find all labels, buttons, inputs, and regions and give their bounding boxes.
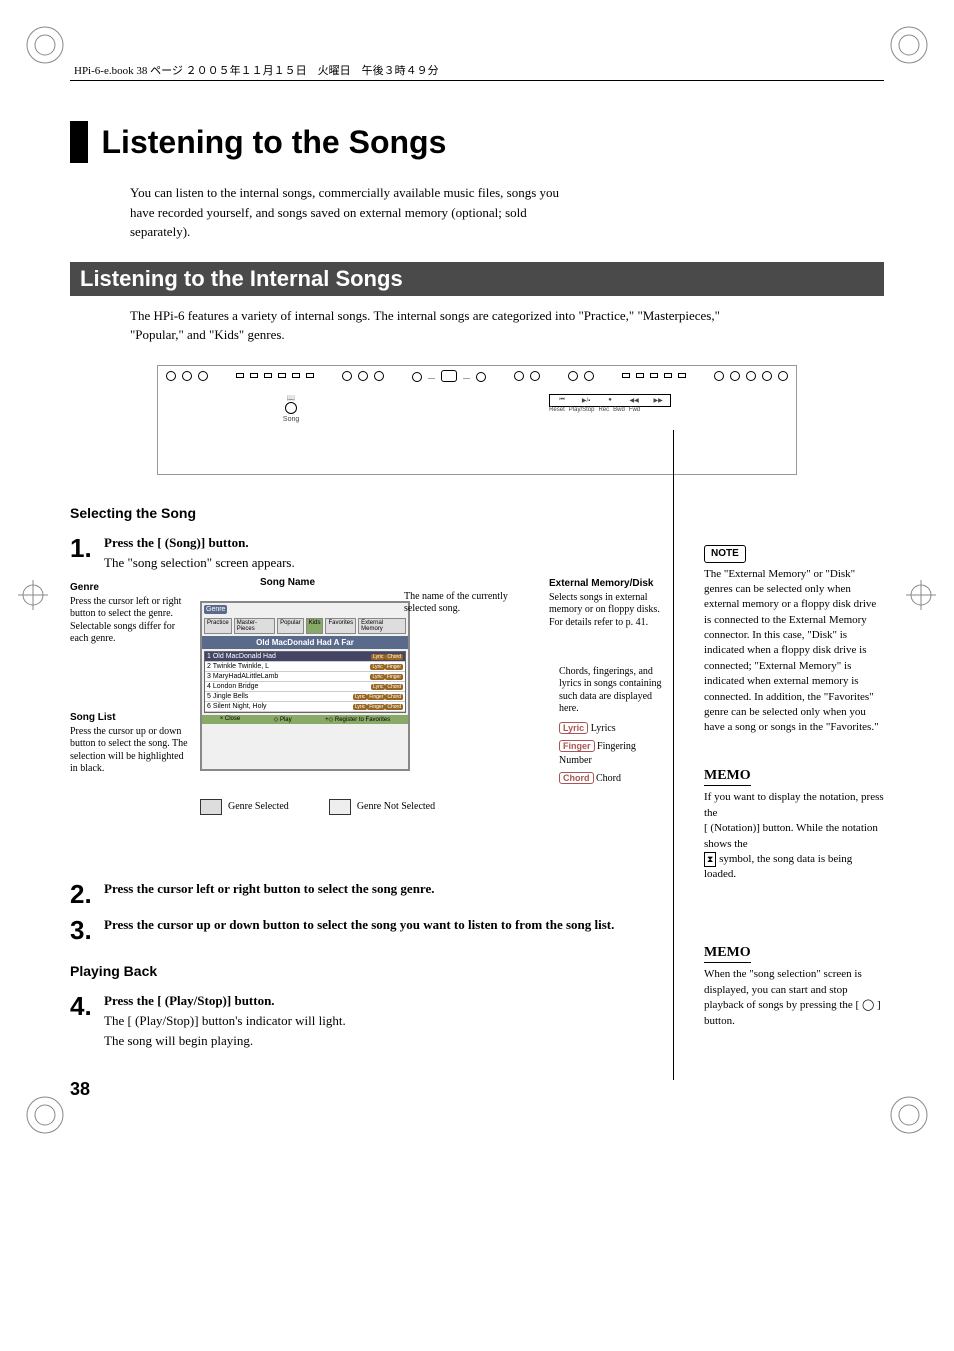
transport-playstop-icon: ▶/▪ — [576, 397, 596, 404]
step-number: 4. — [70, 993, 104, 1019]
intro-paragraph: You can listen to the internal songs, co… — [130, 183, 570, 242]
chord-label: Chord — [596, 773, 621, 784]
genre-annot-text: Press the cursor left or right button to… — [70, 596, 190, 646]
control-panel-diagram: —— 📖 Song ⏮ ▶/▪ ● ◀◀ ▶▶ Reset Play/Stop … — [157, 365, 797, 475]
genre-tab: Master-Pieces — [234, 618, 275, 634]
corner-mark-icon — [20, 20, 70, 70]
memo2-text: When the "song selection" screen is disp… — [704, 967, 884, 1029]
note-text: The "External Memory" or "Disk" genres c… — [704, 567, 884, 736]
memo1-text-c: symbol, the song data is being loaded. — [704, 853, 852, 880]
genre-annot-heading: Genre — [70, 581, 190, 594]
song-row: 5 Jingle BellsLyricFingerChord — [205, 692, 405, 702]
screen-play: ◇ Play — [274, 716, 292, 723]
chord-tag-icon: Chord — [559, 772, 594, 784]
registration-mark-icon — [18, 580, 48, 610]
song-button-label: Song — [283, 416, 299, 423]
memo-badge: MEMO — [704, 766, 751, 787]
note-badge: NOTE — [704, 545, 746, 563]
step-subtext: The [ (Play/Stop)] button's indicator wi… — [104, 1013, 674, 1029]
song-row: 1 Old MacDonald HadLyricChord — [205, 652, 405, 662]
step-number: 2. — [70, 881, 104, 907]
songname-annot-text: The name of the currently selected song. — [404, 591, 534, 616]
page-title: Listening to the Songs — [102, 124, 447, 161]
corner-mark-icon — [20, 1090, 70, 1140]
memo-badge: MEMO — [704, 943, 751, 964]
page-title-block: Listening to the Songs — [70, 121, 884, 163]
genre-selected-label: Genre Selected — [228, 801, 289, 812]
genre-tab: Kids — [306, 618, 324, 634]
page-number: 38 — [70, 1079, 674, 1100]
lyric-tag-icon: Lyric — [559, 722, 588, 734]
registration-mark-icon — [906, 580, 936, 610]
step-text: Press the cursor left or right button to… — [104, 881, 674, 897]
transport-label: Play/Stop — [569, 407, 595, 413]
finger-tag-icon: Finger — [559, 740, 595, 752]
step-number: 1. — [70, 535, 104, 561]
screen-close: × Close — [220, 716, 241, 723]
song-row: 3 MaryHadALittleLambLyricFinger — [205, 672, 405, 682]
step-text: Press the [ (Song)] button. — [104, 535, 674, 551]
section-heading: Listening to the Internal Songs — [70, 262, 884, 296]
ext-annot-heading: External Memory/Disk — [549, 577, 669, 590]
step-subtext: The "song selection" screen appears. — [104, 555, 674, 571]
song-selection-screen: Genre Practice Master-Pieces Popular Kid… — [200, 601, 410, 771]
genre-tab: External Memory — [358, 618, 406, 634]
transport-label: Fwd — [629, 407, 640, 413]
step-text: Press the [ (Play/Stop)] button. — [104, 993, 674, 1009]
transport-bwd-icon: ◀◀ — [624, 397, 644, 404]
step-1: 1. Press the [ (Song)] button. The "song… — [70, 535, 674, 571]
playing-back-heading: Playing Back — [70, 963, 674, 979]
song-row: 2 Twinkle Twinkle, LLyricFinger — [205, 662, 405, 672]
corner-mark-icon — [884, 1090, 934, 1140]
lyrics-annot-text: Chords, fingerings, and lyrics in songs … — [559, 666, 669, 716]
step-subtext: The song will begin playing. — [104, 1033, 674, 1049]
section-intro: The HPi-6 features a variety of internal… — [130, 306, 750, 345]
genre-tab: Favorites — [325, 618, 356, 634]
memo1-text-a: If you want to display the notation, pre… — [704, 790, 884, 821]
step-4: 4. Press the [ (Play/Stop)] button. The … — [70, 993, 674, 1049]
transport-callout: ⏮ ▶/▪ ● ◀◀ ▶▶ Reset Play/Stop Rec Bwd Fw… — [549, 394, 671, 423]
songname-annot-heading: Song Name — [260, 577, 315, 588]
genre-tab: Practice — [204, 618, 232, 634]
genre-badge: Genre — [204, 605, 227, 614]
lyric-label: Lyrics — [591, 723, 616, 734]
step-2: 2. Press the cursor left or right button… — [70, 881, 674, 907]
title-black-bar — [70, 121, 88, 163]
print-header-note: HPi-6-e.book 38 ページ ２００５年１１月１５日 火曜日 午後３時… — [70, 60, 884, 81]
genre-tab: Popular — [277, 618, 304, 634]
memo1-text-b: [ (Notation)] button. While the notation… — [704, 821, 884, 852]
transport-rec-icon: ● — [600, 397, 620, 404]
song-row: 6 Silent Night, HolyLyricFingerChord — [205, 702, 405, 712]
screen-register: +◇ Register to Favorites — [325, 716, 390, 723]
song-open-book-icon: 📖 — [283, 394, 299, 402]
current-song-title-bar: Old MacDonald Had A Far — [202, 636, 408, 649]
folder-open-icon — [200, 799, 222, 815]
folder-closed-icon — [329, 799, 351, 815]
transport-label: Bwd — [613, 407, 625, 413]
song-row: 4 London BridgeLyricChord — [205, 682, 405, 692]
genre-not-selected-label: Genre Not Selected — [357, 801, 435, 812]
transport-label: Rec — [598, 407, 609, 413]
transport-label: Reset — [549, 407, 565, 413]
songlist-annot-text: Press the cursor up or down button to se… — [70, 726, 190, 776]
selecting-song-heading: Selecting the Song — [70, 505, 674, 521]
song-button-callout: 📖 Song — [283, 394, 299, 423]
hourglass-icon: ⧗ — [704, 852, 716, 867]
corner-mark-icon — [884, 20, 934, 70]
step-text: Press the cursor up or down button to se… — [104, 917, 674, 933]
step-number: 3. — [70, 917, 104, 943]
songlist-annot-heading: Song List — [70, 711, 190, 724]
transport-reset-icon: ⏮ — [552, 397, 572, 404]
step-3: 3. Press the cursor up or down button to… — [70, 917, 674, 943]
ext-annot-text: Selects songs in external memory or on f… — [549, 592, 669, 630]
transport-fwd-icon: ▶▶ — [648, 397, 668, 404]
screen-annotation-diagram: Genre Press the cursor left or right but… — [70, 581, 674, 861]
